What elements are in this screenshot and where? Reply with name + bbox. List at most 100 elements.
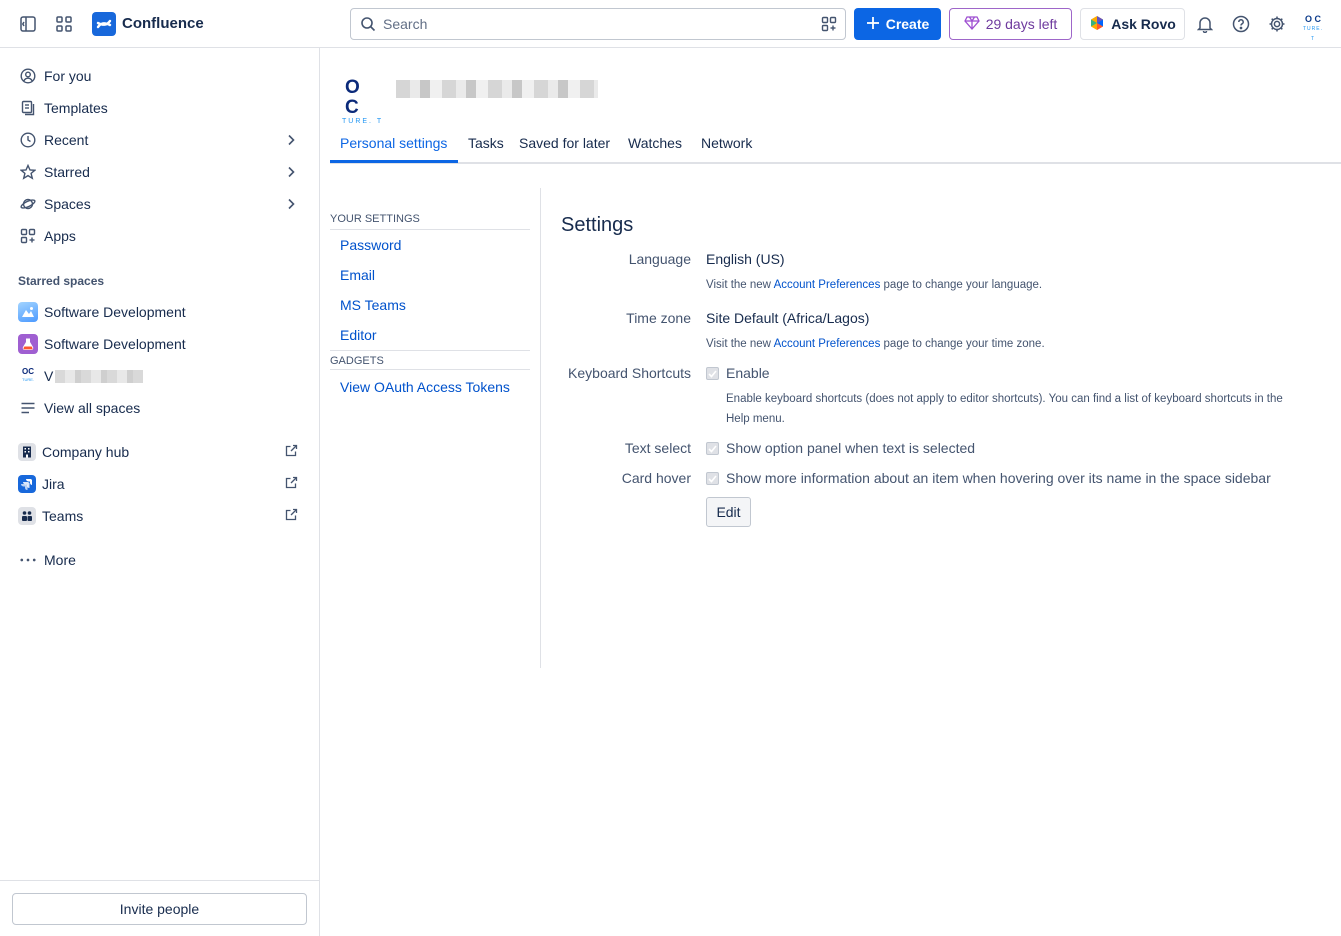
divider xyxy=(330,229,530,230)
keyboard-shortcuts-hint: Enable keyboard shortcuts (does not appl… xyxy=(726,393,1283,425)
create-button[interactable]: Create xyxy=(854,8,941,40)
view-all-spaces-link[interactable]: View all spaces xyxy=(12,393,308,423)
settings-gear-icon[interactable] xyxy=(1265,12,1289,36)
sidebar-item-more[interactable]: More xyxy=(12,545,308,575)
active-tab-indicator xyxy=(330,160,458,163)
sidebar-item-label: More xyxy=(44,552,76,568)
keyboard-shortcuts-checkbox[interactable] xyxy=(706,367,719,380)
search-box[interactable] xyxy=(350,8,846,40)
plus-icon xyxy=(866,16,880,33)
text-select-value: Show option panel when text is selected xyxy=(726,440,976,456)
left-sidebar: For you Templates Recent Starred Spaces xyxy=(0,48,320,936)
space-name: V xyxy=(44,368,54,384)
planet-icon xyxy=(20,196,36,212)
divider xyxy=(330,350,530,351)
your-settings-heading: YOUR SETTINGS xyxy=(330,213,420,225)
invite-people-button[interactable]: Invite people xyxy=(12,893,307,925)
ask-rovo-label: Ask Rovo xyxy=(1111,16,1176,32)
sidebar-item-label: Spaces xyxy=(44,196,91,212)
timezone-hint: Visit the new Account Preferences page t… xyxy=(706,338,1045,350)
search-input[interactable] xyxy=(383,9,813,39)
external-link-icon[interactable] xyxy=(285,508,298,524)
settings-nav-email[interactable]: Email xyxy=(340,267,375,283)
space-name: Software Development xyxy=(44,304,186,320)
sidebar-item-label: Templates xyxy=(44,100,108,116)
gem-icon xyxy=(963,15,980,33)
user-avatar[interactable]: O C TURE. T xyxy=(1301,14,1325,42)
account-preferences-link[interactable]: Account Preferences xyxy=(774,338,881,350)
sidebar-item-label: Apps xyxy=(44,228,76,244)
language-hint: Visit the new Account Preferences page t… xyxy=(706,279,1043,291)
starred-spaces-heading: Starred spaces xyxy=(18,274,105,288)
keyboard-shortcuts-label: Keyboard Shortcuts xyxy=(568,365,691,381)
card-hover-checkbox[interactable] xyxy=(706,472,719,485)
chevron-right-icon[interactable] xyxy=(286,133,296,149)
chevron-right-icon[interactable] xyxy=(286,165,296,181)
confluence-logo-icon[interactable] xyxy=(92,12,116,36)
top-navigation-bar: Confluence Create 29 days left Ask Rovo xyxy=(0,0,1341,48)
sidebar-item-label: Teams xyxy=(42,508,84,524)
apps-icon xyxy=(20,228,36,244)
teams-icon xyxy=(18,507,36,525)
sidebar-item-label: For you xyxy=(44,68,92,84)
main-content: O C TURE. T Personal settings Tasks Save… xyxy=(320,48,1341,936)
text-select-checkbox[interactable] xyxy=(706,442,719,455)
sidebar-item-spaces[interactable]: Spaces xyxy=(12,189,308,219)
tab-network[interactable]: Network xyxy=(701,135,752,164)
text-select-label: Text select xyxy=(624,440,691,456)
external-link-icon[interactable] xyxy=(285,444,298,460)
sidebar-item-label: Jira xyxy=(42,476,65,492)
sidebar-item-label: Starred xyxy=(44,164,90,180)
tab-saved-for-later[interactable]: Saved for later xyxy=(519,135,610,164)
tab-tasks[interactable]: Tasks xyxy=(468,135,504,164)
list-icon xyxy=(20,400,36,416)
external-link-icon[interactable] xyxy=(285,476,298,492)
notifications-bell-icon[interactable] xyxy=(1193,12,1217,36)
card-hover-value: Show more information about an item when… xyxy=(726,470,1271,486)
sidebar-item-jira[interactable]: Jira xyxy=(12,469,308,499)
space-avatar-icon xyxy=(18,334,38,354)
help-icon[interactable] xyxy=(1229,12,1253,36)
starred-space-item[interactable]: OC TURE. V xyxy=(12,361,308,391)
building-icon xyxy=(18,443,36,461)
settings-nav-editor[interactable]: Editor xyxy=(340,327,377,343)
redacted-space-name xyxy=(55,369,144,383)
sidebar-item-templates[interactable]: Templates xyxy=(12,93,308,123)
settings-nav-ms-teams[interactable]: MS Teams xyxy=(340,297,406,313)
starred-space-item[interactable]: Software Development xyxy=(12,297,308,327)
edit-settings-button[interactable]: Edit xyxy=(706,497,751,527)
sidebar-item-for-you[interactable]: For you xyxy=(12,61,308,91)
space-name: Software Development xyxy=(44,336,186,352)
keyboard-shortcuts-value: Enable xyxy=(726,365,770,381)
starred-space-item[interactable]: Software Development xyxy=(12,329,308,359)
sidebar-toggle-icon[interactable] xyxy=(16,12,40,36)
more-dots-icon xyxy=(20,552,36,568)
sidebar-item-teams[interactable]: Teams xyxy=(12,501,308,531)
rovo-icon xyxy=(1089,15,1105,34)
language-label: Language xyxy=(628,251,691,267)
tab-watches[interactable]: Watches xyxy=(628,135,682,164)
app-switcher-icon[interactable] xyxy=(52,12,76,36)
chevron-right-icon[interactable] xyxy=(286,197,296,213)
trial-days-left-button[interactable]: 29 days left xyxy=(949,8,1072,40)
person-circle-icon xyxy=(20,68,36,84)
search-filter-icon[interactable] xyxy=(821,16,837,35)
space-avatar-icon xyxy=(18,302,38,322)
app-name[interactable]: Confluence xyxy=(122,15,204,32)
card-hover-label: Card hover xyxy=(621,470,691,486)
settings-nav-oauth-tokens[interactable]: View OAuth Access Tokens xyxy=(340,379,510,395)
sidebar-item-recent[interactable]: Recent xyxy=(12,125,308,155)
jira-logo-icon xyxy=(18,475,36,493)
settings-nav-password[interactable]: Password xyxy=(340,237,401,253)
profile-avatar-logo: O C TURE. T xyxy=(342,77,384,126)
sidebar-item-company-hub[interactable]: Company hub xyxy=(12,437,308,467)
timezone-value: Site Default (Africa/Lagos) xyxy=(706,310,870,326)
sidebar-item-label: View all spaces xyxy=(44,400,141,416)
sidebar-footer: Invite people xyxy=(0,880,319,936)
sidebar-item-starred[interactable]: Starred xyxy=(12,157,308,187)
ask-rovo-button[interactable]: Ask Rovo xyxy=(1080,8,1185,40)
sidebar-item-apps[interactable]: Apps xyxy=(12,221,308,251)
account-preferences-link[interactable]: Account Preferences xyxy=(774,279,881,291)
star-icon xyxy=(20,164,36,180)
create-button-label: Create xyxy=(885,16,930,32)
